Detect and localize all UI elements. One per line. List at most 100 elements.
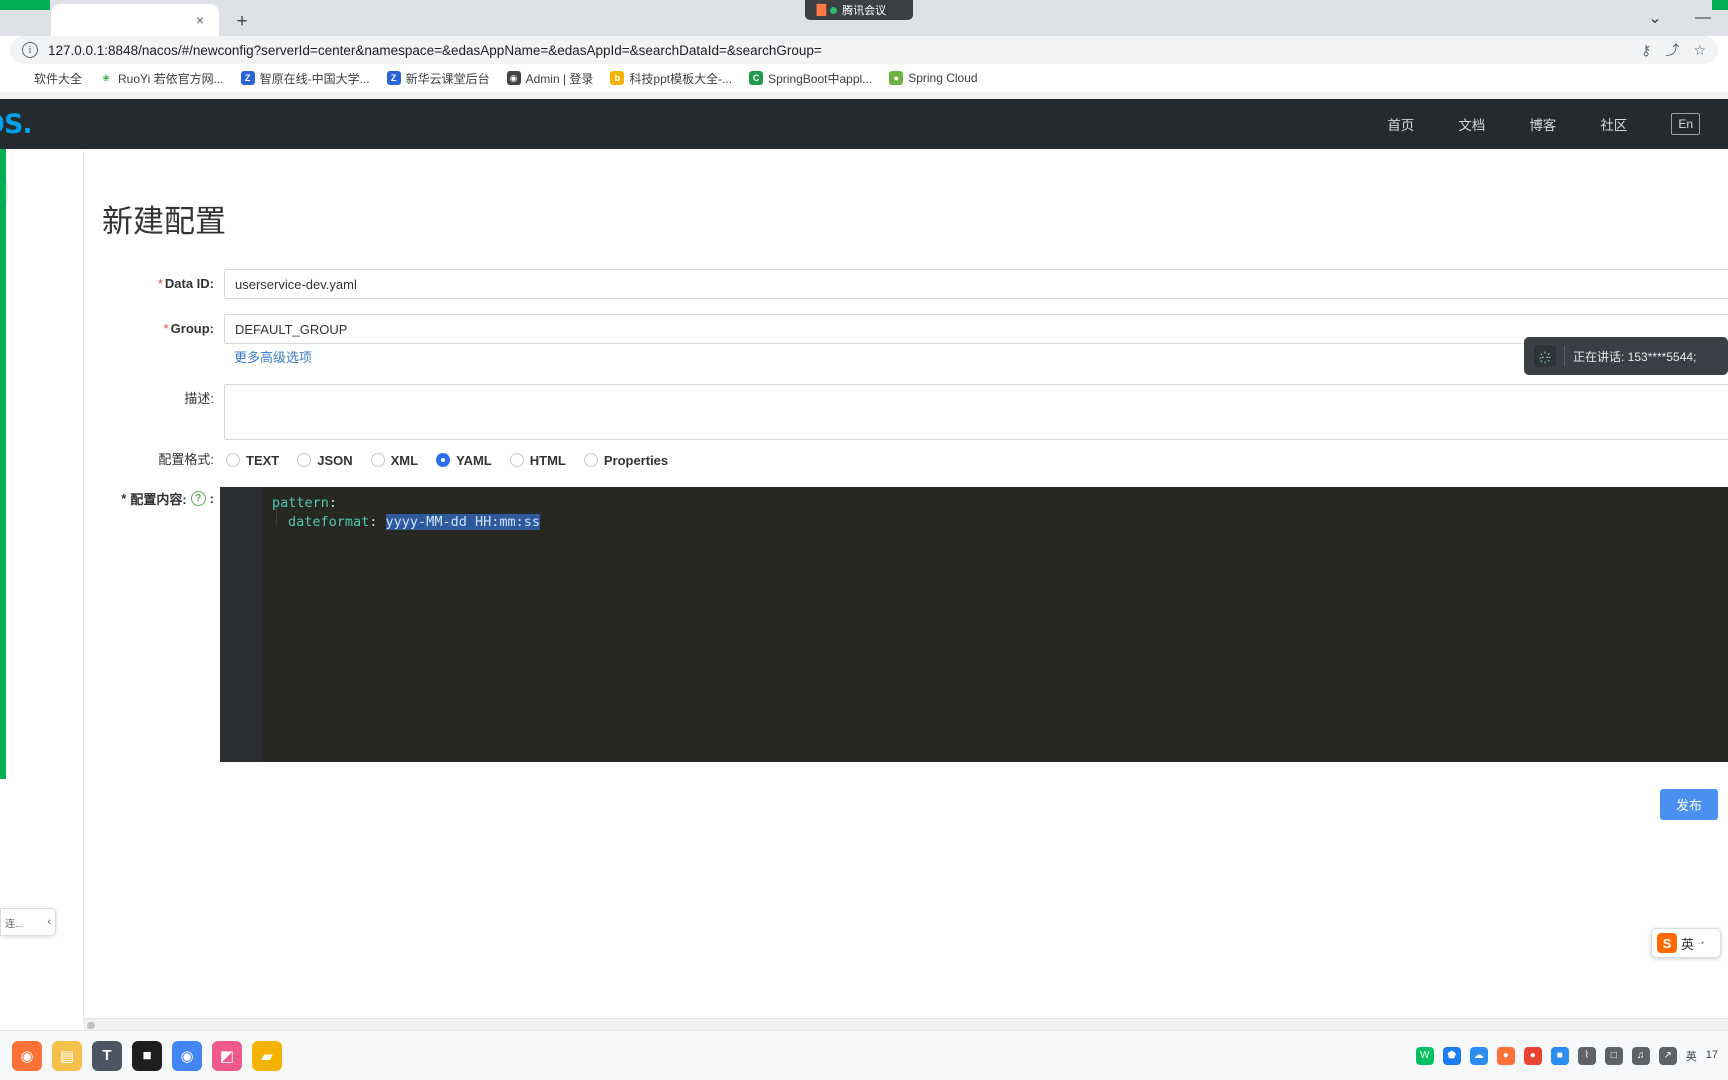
nav-item-blog[interactable]: 博客: [1529, 114, 1556, 134]
bookmark-item[interactable]: ❀ RuoYi 若依官方网...: [92, 67, 231, 90]
sogou-mode-label[interactable]: 英: [1681, 934, 1694, 953]
radio-dot-icon[interactable]: [297, 453, 312, 467]
publish-button[interactable]: 发布: [1659, 789, 1718, 820]
code-punctuation: :: [369, 514, 386, 530]
close-icon[interactable]: ×: [191, 11, 209, 29]
code-line[interactable]: pattern:: [272, 495, 337, 511]
format-radio-properties[interactable]: Properties: [583, 453, 668, 468]
field-row-description: 描述:: [84, 384, 1728, 440]
address-bar[interactable]: i 127.0.0.1:8848/nacos/#/newconfig?serve…: [10, 36, 1718, 64]
bookmark-item[interactable]: ● Spring Cloud: [882, 68, 984, 88]
radio-dot-icon[interactable]: [509, 453, 524, 467]
firefox-icon[interactable]: ◉: [12, 1040, 42, 1071]
bookmark-label: 新华云课堂后台: [405, 71, 490, 86]
nav-item-docs[interactable]: 文档: [1458, 114, 1485, 134]
terminal-icon[interactable]: ■: [132, 1040, 162, 1071]
chevron-down-icon[interactable]: ⌄: [1638, 4, 1672, 32]
language-toggle-button[interactable]: En: [1671, 113, 1700, 135]
content-label-text: 配置内容:: [130, 492, 187, 507]
nacos-header: OS. 首页 文档 博客 社区 En: [0, 99, 1728, 149]
code-line[interactable]: dateformat: yyyy-MM-dd HH:mm:ss: [288, 514, 540, 530]
meeting-pill-label: 腾讯会议: [842, 5, 887, 17]
browser-tab[interactable]: ×: [51, 4, 219, 36]
format-radio-text[interactable]: TEXT: [226, 453, 279, 468]
typora-icon[interactable]: T: [92, 1040, 122, 1071]
format-label: 配置格式:: [158, 452, 214, 467]
speaking-toast[interactable]: ·҉· 正在讲话: 153****5544;: [1524, 337, 1728, 375]
idea-icon[interactable]: ◩: [212, 1040, 242, 1071]
advanced-options-link[interactable]: 更多高级选项: [234, 347, 312, 366]
wechat-icon[interactable]: W: [1415, 1046, 1434, 1065]
bookmark-item[interactable]: Z 智原在线-中国大学...: [234, 67, 377, 90]
microphone-icon[interactable]: ·҉·: [1534, 345, 1556, 367]
radio-dot-icon[interactable]: [370, 453, 385, 467]
radio-dot-icon[interactable]: [226, 453, 240, 467]
radio-dot-icon[interactable]: [583, 453, 598, 467]
meeting-tray-icon[interactable]: ■: [1550, 1046, 1569, 1065]
bookmarks-bar: 软件大全 ❀ RuoYi 若依官方网... Z 智原在线-中国大学... Z 新华云课堂后台…: [0, 64, 1728, 92]
folder-icon[interactable]: ▰: [252, 1040, 282, 1071]
field-row-data-id: * Data ID:: [84, 269, 1728, 299]
volume-icon[interactable]: ♫: [1631, 1046, 1650, 1065]
share-icon[interactable]: ⤴: [1665, 43, 1679, 57]
description-label: 描述:: [184, 391, 214, 406]
left-dock-widget[interactable]: 连... ‹: [0, 908, 56, 936]
star-icon[interactable]: ☆: [1693, 43, 1706, 57]
bookmark-item[interactable]: ◉ Admin | 登录: [500, 67, 601, 90]
code-key: dateformat: [288, 514, 370, 530]
bookmark-item[interactable]: Z 新华云课堂后台: [380, 67, 497, 90]
speaking-toast-text: 正在讲话: 153****5544;: [1573, 349, 1697, 364]
nav-item-home[interactable]: 首页: [1387, 114, 1414, 134]
data-id-label: * Data ID:: [84, 269, 224, 299]
group-label-text: Group:: [170, 321, 214, 336]
nav-item-community[interactable]: 社区: [1600, 114, 1627, 134]
bookmark-item[interactable]: 软件大全: [8, 67, 89, 90]
recording-indicator-icon: [830, 6, 838, 14]
format-radio-xml[interactable]: XML: [370, 453, 418, 468]
taskbar-clock[interactable]: 17: [1706, 1049, 1718, 1063]
tencent-meeting-pill[interactable]: ▐█ 腾讯会议: [805, 0, 913, 20]
bookmark-label: 软件大全: [34, 71, 83, 86]
bookmark-item[interactable]: C SpringBoot中appl...: [742, 67, 879, 90]
nacos-logo[interactable]: OS.: [0, 109, 33, 140]
group-input[interactable]: [224, 314, 1728, 344]
mic-tray-icon[interactable]: ⌇: [1577, 1046, 1596, 1065]
format-radio-json[interactable]: JSON: [297, 452, 353, 468]
bookmark-item[interactable]: b 科技ppt模板大全-...: [603, 67, 739, 90]
cloud-icon[interactable]: ☁: [1469, 1046, 1488, 1065]
window-accent-right: [1712, 0, 1728, 10]
bookmark-label: 智原在线-中国大学...: [259, 71, 370, 86]
help-icon[interactable]: ?: [190, 491, 206, 506]
sidebar-rail: [0, 149, 84, 1024]
network-icon[interactable]: ↗: [1658, 1046, 1677, 1065]
format-radio-yaml[interactable]: YAML: [436, 453, 492, 468]
chevron-left-icon[interactable]: ‹: [47, 916, 51, 928]
sidebar-marker: [6, 180, 8, 204]
config-content-editor[interactable]: ━━ 1pattern:2dateformat: yyyy-MM-dd HH:m…: [220, 487, 1728, 762]
screen: × + ⌄ — i 127.0.0.1:8848/nacos/#/newconf…: [0, 0, 1728, 1080]
radio-dot-icon[interactable]: [436, 453, 451, 467]
data-id-input[interactable]: [224, 269, 1728, 299]
ime-indicator[interactable]: 英: [1686, 1048, 1697, 1064]
format-radio-label: HTML: [529, 452, 566, 468]
code-value-selected: yyyy-MM-dd HH:mm:ss: [385, 514, 540, 530]
chrome-icon[interactable]: ◉: [172, 1040, 202, 1071]
bookmark-favicon-icon: [15, 71, 29, 85]
format-radio-label: JSON: [317, 452, 353, 468]
screen-tray-icon[interactable]: □: [1604, 1046, 1623, 1065]
content-label: * 配置内容: ? :: [84, 489, 224, 508]
new-tab-button[interactable]: +: [228, 8, 256, 36]
horizontal-scrollbar[interactable]: [84, 1018, 1728, 1030]
chrome-tray-icon[interactable]: ●: [1523, 1046, 1542, 1065]
format-radio-html[interactable]: HTML: [509, 452, 566, 468]
site-info-icon[interactable]: i: [22, 42, 38, 58]
description-textarea[interactable]: [224, 384, 1728, 440]
explorer-icon[interactable]: ▤: [52, 1040, 82, 1071]
firefox-tray-icon[interactable]: ●: [1496, 1046, 1515, 1065]
key-icon[interactable]: ⚷: [1641, 43, 1651, 57]
sogou-ime-widget[interactable]: S 英 ·•: [1651, 928, 1721, 958]
dingtalk-icon[interactable]: ⬟: [1442, 1046, 1461, 1065]
sogou-dots-icon[interactable]: ·•: [1698, 938, 1704, 948]
taskbar-tray: W ⬟ ☁ ● ● ■ ⌇ □ ♫ ↗ 英 17: [1415, 1046, 1728, 1065]
scrollbar-thumb[interactable]: [87, 1022, 95, 1029]
